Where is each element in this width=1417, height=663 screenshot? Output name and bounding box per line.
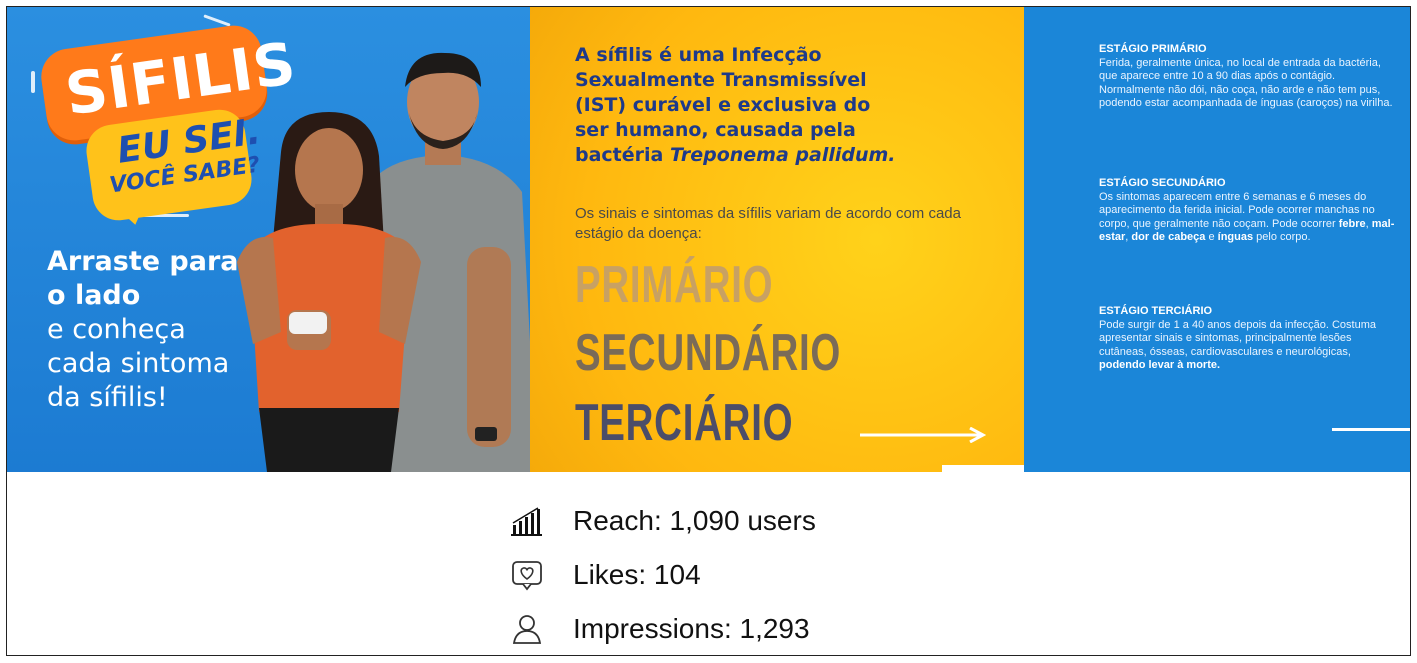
symptom: febre	[1338, 217, 1366, 230]
stage-tertiary-section: ESTÁGIO TERCIÁRIO Pode surgir de 1 a 40 …	[1099, 305, 1399, 373]
cta-line: e conheça	[47, 314, 186, 345]
intro-subtext: Os sinais e sintomas da sífilis variam d…	[575, 205, 961, 242]
section-text-end: pelo corpo.	[1253, 231, 1311, 243]
intro-heading: A sífilis é uma Infecção Sexualmente Tra…	[575, 43, 995, 168]
divider	[1332, 428, 1410, 431]
carousel-slide-1: SÍFILIS EU SEI. VOCÊ SABE? Arraste para …	[7, 7, 530, 472]
divider	[942, 465, 1024, 472]
person-icon	[505, 607, 549, 651]
swipe-call-to-action: Arraste para o lado e conheça cada sinto…	[47, 245, 239, 415]
heart-bubble-icon	[505, 553, 549, 597]
section-text: Os sintomas aparecem entre 6 semanas e 6…	[1099, 190, 1375, 230]
cta-bold-line: o lado	[47, 280, 141, 311]
species-name: Treponema pallidum.	[669, 144, 896, 166]
likes-value: Likes: 104	[573, 559, 701, 590]
stage-secondary-section: ESTÁGIO SECUNDÁRIO Os sintomas aparecem …	[1099, 177, 1399, 245]
woman-photo	[237, 112, 421, 472]
stage-primary-label: PRIMÁRIO	[575, 256, 774, 314]
bar-chart-icon	[505, 499, 549, 543]
post-card: SÍFILIS EU SEI. VOCÊ SABE? Arraste para …	[6, 6, 1411, 656]
carousel-banner[interactable]: SÍFILIS EU SEI. VOCÊ SABE? Arraste para …	[7, 7, 1410, 472]
intro-line: (IST) curável e exclusiva do	[575, 94, 871, 116]
section-text: Pode surgir de 1 a 40 anos depois da inf…	[1099, 318, 1377, 358]
symptom: ínguas	[1217, 231, 1254, 243]
intro-line: ser humano, causada pela	[575, 119, 856, 141]
decoration-stroke	[203, 14, 231, 27]
intro-text: bactéria	[575, 144, 670, 166]
reach-value: Reach: 1,090 users	[573, 505, 816, 536]
section-heading: ESTÁGIO SECUNDÁRIO	[1099, 177, 1226, 189]
section-heading: ESTÁGIO PRIMÁRIO	[1099, 43, 1207, 55]
intro-line: bactéria Treponema pallidum.	[575, 143, 995, 168]
stage-primary-section: ESTÁGIO PRIMÁRIO Ferida, geralmente únic…	[1099, 43, 1399, 111]
section-text: Ferida, geralmente única, no local de en…	[1099, 56, 1393, 110]
symptom: dor de cabeça	[1131, 231, 1206, 243]
cta-line: da sífilis!	[47, 382, 168, 413]
arrow-right-icon	[860, 427, 986, 443]
stage-secondary-label: SECUNDÁRIO	[575, 324, 842, 382]
stage-tertiary-label: TERCIÁRIO	[575, 394, 794, 452]
cta-bold-line: Arraste para	[47, 246, 239, 277]
cta-line: cada sintoma	[47, 348, 230, 379]
decoration-stroke	[31, 71, 35, 93]
section-warning: podendo levar à morte.	[1099, 359, 1221, 371]
likes-stat: Likes: 104	[505, 553, 701, 597]
impressions-stat: Impressions: 1,293	[505, 607, 810, 651]
reach-stat: Reach: 1,090 users	[505, 499, 816, 543]
carousel-slide-3: ESTÁGIO PRIMÁRIO Ferida, geralmente únic…	[1024, 7, 1410, 472]
section-heading: ESTÁGIO TERCIÁRIO	[1099, 305, 1213, 317]
intro-line: A sífilis é uma Infecção	[575, 44, 822, 66]
separator: e	[1205, 231, 1218, 243]
impressions-value: Impressions: 1,293	[573, 613, 810, 644]
carousel-slide-2: A sífilis é uma Infecção Sexualmente Tra…	[530, 7, 1024, 472]
intro-line: Sexualmente Transmissível	[575, 69, 867, 91]
